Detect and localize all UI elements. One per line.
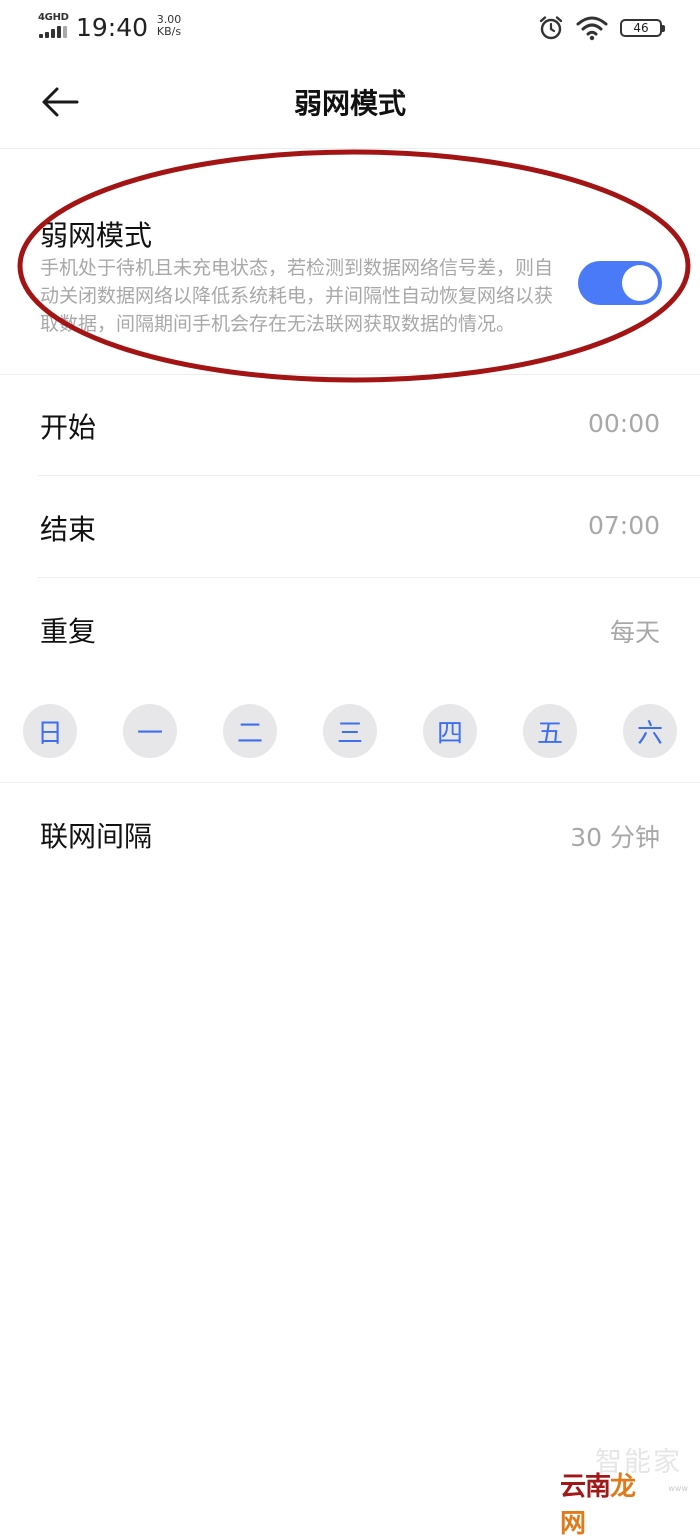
watermark-small-text: www: [668, 1484, 688, 1493]
watermark-site-part-a: 云南: [560, 1472, 611, 1502]
battery-icon: 46: [620, 19, 665, 37]
weekday-monday[interactable]: 一: [123, 704, 177, 758]
weekday-saturday[interactable]: 六: [623, 704, 677, 758]
header: 弱网模式: [0, 56, 700, 149]
wifi-icon: [576, 16, 608, 41]
weak-network-mode-setting: 弱网模式 手机处于待机且未充电状态，若检测到数据网络信号差，则自动关闭数据网络以…: [0, 148, 700, 375]
repeat-row[interactable]: 重复 每天: [0, 578, 700, 680]
network-interval-label: 联网间隔: [40, 820, 153, 853]
end-time-label: 结束: [40, 513, 97, 546]
network-type-label: 4GHD: [38, 12, 69, 23]
repeat-label: 重复: [40, 615, 97, 648]
weekday-friday[interactable]: 五: [523, 704, 577, 758]
site-watermark: 智能家 云南龙网 www: [560, 1440, 688, 1539]
start-time-value: 00:00: [587, 409, 660, 438]
network-speed: 3.00 KB/s: [149, 14, 189, 38]
status-time: 19:40: [76, 13, 149, 42]
cellular-signal-icon: 4GHD: [38, 12, 70, 38]
end-time-value: 07:00: [587, 511, 660, 540]
weak-network-mode-description: 手机处于待机且未充电状态，若检测到数据网络信号差，则自动关闭数据网络以降低系统耗…: [40, 257, 554, 335]
toggle-knob: [622, 265, 658, 301]
weak-network-mode-toggle[interactable]: [578, 261, 662, 305]
repeat-value: 每天: [609, 618, 660, 647]
battery-level: 46: [633, 21, 649, 35]
weekday-selector: 日 一 二 三 四 五 六: [0, 680, 700, 783]
network-speed-unit: KB/s: [156, 25, 182, 38]
status-bar: 4GHD 19:40 3.00 KB/s 46: [0, 0, 700, 56]
page-title: 弱网模式: [293, 87, 406, 120]
weekday-wednesday[interactable]: 三: [323, 704, 377, 758]
end-time-row[interactable]: 结束 07:00: [0, 476, 700, 578]
weekday-tuesday[interactable]: 二: [223, 704, 277, 758]
weekday-thursday[interactable]: 四: [423, 704, 477, 758]
network-interval-value: 30 分钟: [570, 823, 660, 852]
start-time-label: 开始: [40, 411, 97, 444]
alarm-icon: [539, 16, 563, 40]
weekday-sunday[interactable]: 日: [23, 704, 77, 758]
start-time-row[interactable]: 开始 00:00: [0, 374, 700, 476]
watermark-site-name: 云南龙网: [560, 1466, 652, 1540]
network-interval-row[interactable]: 联网间隔 30 分钟: [0, 783, 700, 885]
weak-network-mode-title: 弱网模式: [40, 219, 153, 252]
